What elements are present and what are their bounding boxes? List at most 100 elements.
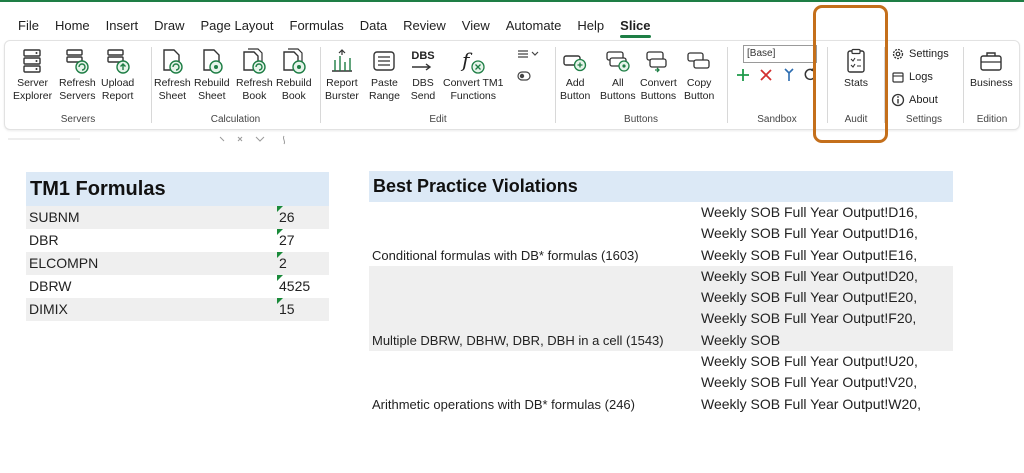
about-button[interactable]: About [891,93,938,107]
refresh-book-button[interactable]: Refresh Book [236,47,273,103]
violation-location: Weekly SOB Full Year Output!E16, [701,246,918,263]
group-label-settings: Settings [905,114,943,125]
tab-file[interactable]: File [10,14,47,38]
business-edition-label: Business [970,77,1013,89]
formula-count: 15 [277,298,329,321]
svg-text:f: f [460,48,473,72]
group-settings: Settings Logs About Settings [885,41,963,129]
group-edit: Report Burster Paste Range DBS DBS Send … [321,41,555,129]
toggle-switch[interactable] [517,71,535,81]
tab-home[interactable]: Home [47,14,98,38]
violation-location: Weekly SOB Full Year Output!D16, [701,204,918,220]
server-explorer-button[interactable]: Server Explorer [13,47,52,103]
info-icon [891,93,905,107]
tm1-formulas-title: TM1 Formulas [26,172,329,206]
refresh-servers-icon [63,47,91,75]
rebuild-sheet-label: Rebuild Sheet [194,77,230,102]
tab-help[interactable]: Help [569,14,612,38]
rebuild-book-button[interactable]: Rebuild Book [276,47,312,103]
violation-group: Conditional formulas with DB* formulas (… [369,202,953,266]
refresh-book-icon [240,47,268,75]
add-button-button[interactable]: Add Button [560,47,590,103]
settings-button[interactable]: Settings [891,47,949,61]
formula-name: DBRW [29,278,72,294]
tab-data[interactable]: Data [352,14,395,38]
rebuild-sheet-icon [198,47,226,75]
sandbox-add-button[interactable] [735,67,755,83]
sandbox-merge-button[interactable] [781,67,801,83]
sandbox-select[interactable]: [Base] [743,45,817,63]
refresh-servers-button[interactable]: Refresh Servers [59,47,96,103]
formula-count: 2 [277,252,329,275]
formula-name: DIMIX [29,301,68,317]
audit-highlight-box [813,5,888,143]
violation-group: Arithmetic operations with DB* formulas … [369,351,953,415]
tab-page-layout[interactable]: Page Layout [193,14,282,38]
violation-location: Weekly SOB [701,331,781,348]
violation-rule: Arithmetic operations with DB* formulas … [372,396,635,412]
group-label-buttons: Buttons [624,114,658,125]
upload-report-button[interactable]: Upload Report [101,47,134,103]
paste-range-icon [370,47,398,75]
group-servers: Server Explorer Refresh Servers Upload R… [5,41,151,129]
logs-button[interactable]: Logs [891,70,933,84]
gear-icon [892,48,904,60]
convert-buttons-label: Convert Buttons [640,77,677,102]
rebuild-book-icon [280,47,308,75]
logs-label: Logs [909,71,933,83]
report-burster-icon [328,47,356,75]
table-row: SUBNM 26 [26,206,329,229]
all-buttons-icon [604,47,632,75]
paste-range-button[interactable]: Paste Range [369,47,400,103]
violation-locations: Weekly SOB Full Year Output!U20, Weekly … [701,351,953,415]
function-icon: f [459,47,487,75]
upload-report-icon [104,47,132,75]
violation-rule: Multiple DBRW, DBHW, DBR, DBH in a cell … [372,333,664,349]
copy-button-icon [685,47,713,75]
formula-name: SUBNM [29,209,80,225]
sandbox-delete-button[interactable] [758,67,778,83]
copy-button-label: Copy Button [684,77,715,102]
violation-location: Weekly SOB Full Year Output!F20, [701,310,917,327]
tab-automate[interactable]: Automate [498,14,570,38]
merge-icon [784,68,794,81]
refresh-sheet-label: Refresh Sheet [154,77,191,102]
edit-more-dropdown[interactable] [517,49,543,59]
copy-button-button[interactable]: Copy Button [684,47,714,103]
violation-location: Weekly SOB Full Year Output!D16, [701,225,918,242]
settings-label: Settings [909,48,949,60]
violation-locations: Weekly SOB Full Year Output!D16, Weekly … [701,202,953,266]
paste-range-label: Paste Range [369,77,400,102]
plus-icon [737,69,749,81]
rebuild-book-label: Rebuild Book [276,77,312,102]
briefcase-icon [977,47,1005,75]
all-buttons-button[interactable]: All Buttons [600,47,636,103]
convert-buttons-button[interactable]: Convert Buttons [640,47,677,103]
add-button-icon [561,47,589,75]
violation-locations: Weekly SOB Full Year Output!D20, Weekly … [701,266,953,351]
add-button-label: Add Button [560,77,591,102]
business-edition-button[interactable]: Business [970,47,1013,90]
all-buttons-label: All Buttons [600,77,636,102]
report-burster-button[interactable]: Report Burster [325,47,359,103]
convert-tm1-functions-label: Convert TM1 Functions [443,77,504,102]
formula-name: DBR [29,232,59,248]
group-label-edit: Edit [429,114,447,125]
refresh-servers-label: Refresh Servers [59,77,96,102]
table-row: DBRW 4525 [26,275,329,298]
rebuild-sheet-button[interactable]: Rebuild Sheet [194,47,230,103]
tab-draw[interactable]: Draw [146,14,192,38]
dbs-send-button[interactable]: DBS DBS Send [409,47,437,103]
dbs-send-label: DBS Send [410,77,436,102]
tab-formulas[interactable]: Formulas [282,14,352,38]
tab-insert[interactable]: Insert [98,14,147,38]
violation-location: Weekly SOB Full Year Output!W20, [701,395,921,412]
convert-tm1-functions-button[interactable]: f Convert TM1 Functions [443,47,504,103]
convert-buttons-icon [644,47,672,75]
tab-slice[interactable]: Slice [612,14,658,38]
refresh-sheet-button[interactable]: Refresh Sheet [154,47,191,103]
best-practice-violations-table: Best Practice Violations Conditional for… [369,171,953,415]
tab-review[interactable]: Review [395,14,454,38]
formula-count: 27 [277,229,329,252]
tab-view[interactable]: View [454,14,498,38]
